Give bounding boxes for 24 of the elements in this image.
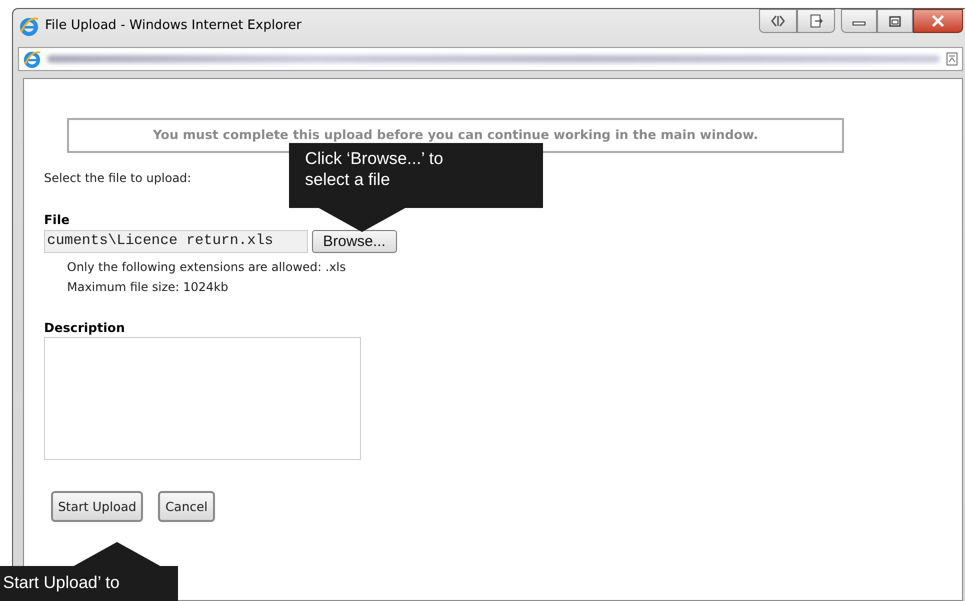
minimize-button[interactable] <box>841 9 877 33</box>
instruction-text: Select the file to upload: <box>44 170 192 185</box>
maximize-button[interactable] <box>877 9 913 33</box>
action-button[interactable]: Cancel <box>158 491 215 522</box>
description-field[interactable] <box>44 337 361 460</box>
compatibility-icon <box>770 15 786 27</box>
page-button[interactable] <box>797 9 835 33</box>
action-button[interactable]: Start Upload <box>51 491 144 522</box>
close-button[interactable] <box>913 9 963 33</box>
field-label: Description <box>44 320 125 335</box>
maximize-icon <box>889 16 901 26</box>
file-path-field[interactable]: cuments\Licence return.xls <box>44 230 308 253</box>
window-title: File Upload - Windows Internet Explorer <box>45 17 302 36</box>
compatibility-button[interactable] <box>759 9 797 33</box>
browse-button[interactable]: Browse... <box>312 230 397 253</box>
close-icon <box>931 15 945 27</box>
page-icon <box>946 52 958 66</box>
address-bar[interactable] <box>18 47 963 71</box>
browser-icon <box>23 50 41 68</box>
hint-text: Maximum file size: 1024kb <box>67 280 228 294</box>
page-icon <box>809 14 823 28</box>
field-label: File <box>44 212 70 227</box>
browser-icon <box>19 16 39 36</box>
hint-text: Only the following extensions are allowed: .xls <box>67 260 346 274</box>
